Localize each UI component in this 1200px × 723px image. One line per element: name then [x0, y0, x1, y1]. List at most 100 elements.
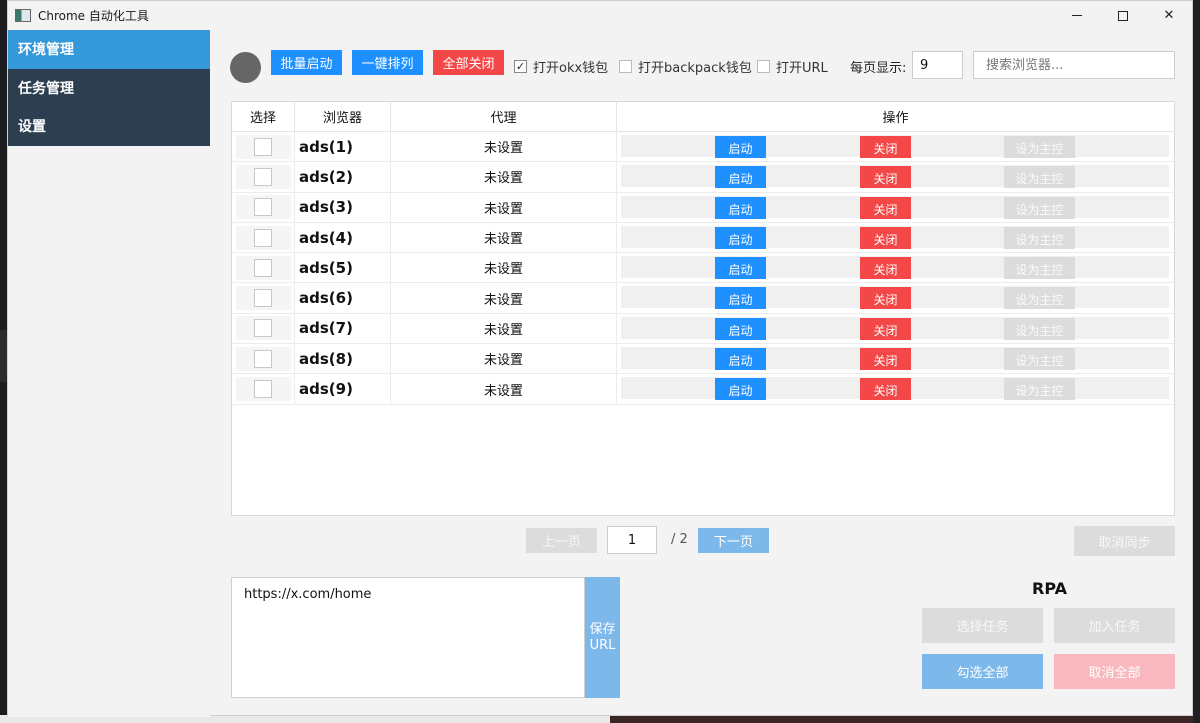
- row-checkbox[interactable]: [254, 167, 272, 186]
- set-master-button[interactable]: 设为主控: [1004, 257, 1075, 280]
- table-row: ads(9) 未设置 启动 关闭 设为主控: [232, 374, 1174, 405]
- open-backpack-checkbox[interactable]: 打开backpack钱包: [619, 57, 752, 76]
- sidebar-item-settings[interactable]: 设置: [8, 107, 210, 146]
- toolbar: 批量启动 一键排列 全部关闭 ✓ 打开okx钱包 打开backpack钱包 打开…: [230, 50, 1180, 83]
- row-checkbox[interactable]: [254, 319, 272, 338]
- browser-name: ads(5): [295, 253, 391, 283]
- check-all-button[interactable]: 勾选全部: [922, 654, 1043, 689]
- start-button[interactable]: 启动: [715, 348, 766, 371]
- set-master-button[interactable]: 设为主控: [1004, 166, 1075, 189]
- title-bar[interactable]: Chrome 自动化工具 ✕: [8, 1, 1192, 30]
- table-row: ads(4) 未设置 启动 关闭 设为主控: [232, 222, 1174, 254]
- open-url-checkbox[interactable]: 打开URL: [757, 57, 828, 76]
- table-row: ads(5) 未设置 启动 关闭 设为主控: [232, 253, 1174, 284]
- url-textarea[interactable]: https://x.com/home: [231, 577, 585, 698]
- minimize-button[interactable]: [1054, 1, 1100, 30]
- set-master-button[interactable]: 设为主控: [1004, 378, 1075, 401]
- start-button[interactable]: 启动: [715, 287, 766, 310]
- sidebar-item-label: 设置: [18, 119, 46, 136]
- row-select-cell: [232, 344, 295, 374]
- select-task-button[interactable]: 选择任务: [922, 608, 1043, 643]
- row-checkbox[interactable]: [254, 349, 272, 368]
- row-actions: 启动 关闭 设为主控: [617, 253, 1174, 282]
- sidebar-item-environment[interactable]: 环境管理: [8, 30, 210, 69]
- header-browser: 浏览器: [295, 102, 391, 131]
- row-select-cell: [232, 192, 295, 222]
- row-checkbox[interactable]: [254, 198, 272, 217]
- prev-page-button[interactable]: 上一页: [526, 528, 597, 553]
- sidebar-nav: 环境管理 任务管理 设置: [8, 30, 210, 146]
- set-master-button[interactable]: 设为主控: [1004, 317, 1075, 340]
- close-button[interactable]: 关闭: [860, 317, 911, 340]
- page-number-input[interactable]: 1: [607, 526, 657, 554]
- row-select-cell: [232, 162, 295, 192]
- set-master-button[interactable]: 设为主控: [1004, 196, 1075, 219]
- save-url-button[interactable]: 保存URL: [585, 577, 620, 698]
- batch-start-button[interactable]: 批量启动: [271, 50, 342, 75]
- proxy-value: 未设置: [391, 344, 617, 374]
- search-input[interactable]: [973, 51, 1175, 79]
- close-button[interactable]: 关闭: [860, 348, 911, 371]
- header-select: 选择: [232, 102, 295, 131]
- set-master-button[interactable]: 设为主控: [1004, 136, 1075, 158]
- uncheck-all-button[interactable]: 取消全部: [1054, 654, 1175, 689]
- proxy-value: 未设置: [391, 222, 617, 253]
- row-actions: 启动 关闭 设为主控: [617, 162, 1174, 191]
- set-master-button[interactable]: 设为主控: [1004, 226, 1075, 249]
- close-button[interactable]: 关闭: [860, 257, 911, 280]
- start-button[interactable]: 启动: [715, 136, 766, 158]
- arrange-button[interactable]: 一键排列: [352, 50, 423, 75]
- start-button[interactable]: 启动: [715, 257, 766, 280]
- close-button[interactable]: 关闭: [860, 166, 911, 189]
- proxy-value: 未设置: [391, 253, 617, 283]
- close-button[interactable]: 关闭: [860, 226, 911, 249]
- close-button[interactable]: 关闭: [860, 378, 911, 401]
- next-page-button[interactable]: 下一页: [698, 528, 769, 553]
- row-actions: 启动 关闭 设为主控: [617, 283, 1174, 312]
- maximize-button[interactable]: [1100, 1, 1146, 30]
- close-button[interactable]: 关闭: [860, 196, 911, 219]
- close-all-button[interactable]: 全部关闭: [433, 50, 504, 75]
- row-select-bg: [235, 164, 291, 189]
- row-checkbox[interactable]: [254, 380, 272, 399]
- table-row: ads(2) 未设置 启动 关闭 设为主控: [232, 162, 1174, 193]
- sidebar-item-label: 任务管理: [18, 80, 74, 97]
- row-checkbox[interactable]: [254, 289, 272, 308]
- row-checkbox[interactable]: [254, 137, 272, 156]
- row-select-cell: [232, 132, 295, 162]
- rpa-title: RPA: [1032, 579, 1067, 598]
- row-select-bg: [235, 377, 291, 402]
- close-window-button[interactable]: ✕: [1146, 1, 1192, 30]
- start-button[interactable]: 启动: [715, 196, 766, 219]
- header-actions: 操作: [882, 111, 909, 126]
- header-proxy: 代理: [391, 102, 617, 131]
- browser-name: ads(9): [295, 374, 391, 404]
- row-select-bg: [235, 255, 291, 280]
- close-button[interactable]: 关闭: [860, 136, 911, 158]
- start-button[interactable]: 启动: [715, 226, 766, 249]
- close-button[interactable]: 关闭: [860, 287, 911, 310]
- start-button[interactable]: 启动: [715, 317, 766, 340]
- set-master-button[interactable]: 设为主控: [1004, 348, 1075, 371]
- sidebar-item-label: 环境管理: [18, 42, 74, 59]
- per-page-input[interactable]: 9: [912, 51, 963, 79]
- sidebar-item-tasks[interactable]: 任务管理: [8, 69, 210, 108]
- start-button[interactable]: 启动: [715, 378, 766, 401]
- cancel-sync-button[interactable]: 取消同步: [1074, 526, 1175, 556]
- start-button[interactable]: 启动: [715, 166, 766, 189]
- row-checkbox[interactable]: [254, 258, 272, 277]
- row-select-bg: [235, 134, 291, 159]
- add-task-button[interactable]: 加入任务: [1054, 608, 1175, 643]
- browser-name: ads(7): [295, 313, 391, 344]
- row-actions: 启动 关闭 设为主控: [617, 193, 1174, 222]
- row-checkbox[interactable]: [254, 228, 272, 247]
- browser-name: ads(4): [295, 222, 391, 253]
- app-icon: [15, 9, 31, 22]
- open-okx-checkbox[interactable]: ✓ 打开okx钱包: [514, 57, 608, 76]
- set-master-button[interactable]: 设为主控: [1004, 287, 1075, 310]
- browser-name: ads(8): [295, 344, 391, 374]
- table-row: ads(6) 未设置 启动 关闭 设为主控: [232, 283, 1174, 314]
- browser-name: ads(3): [295, 192, 391, 222]
- browser-name: ads(1): [295, 132, 391, 162]
- checkbox-checked-icon: ✓: [514, 60, 527, 73]
